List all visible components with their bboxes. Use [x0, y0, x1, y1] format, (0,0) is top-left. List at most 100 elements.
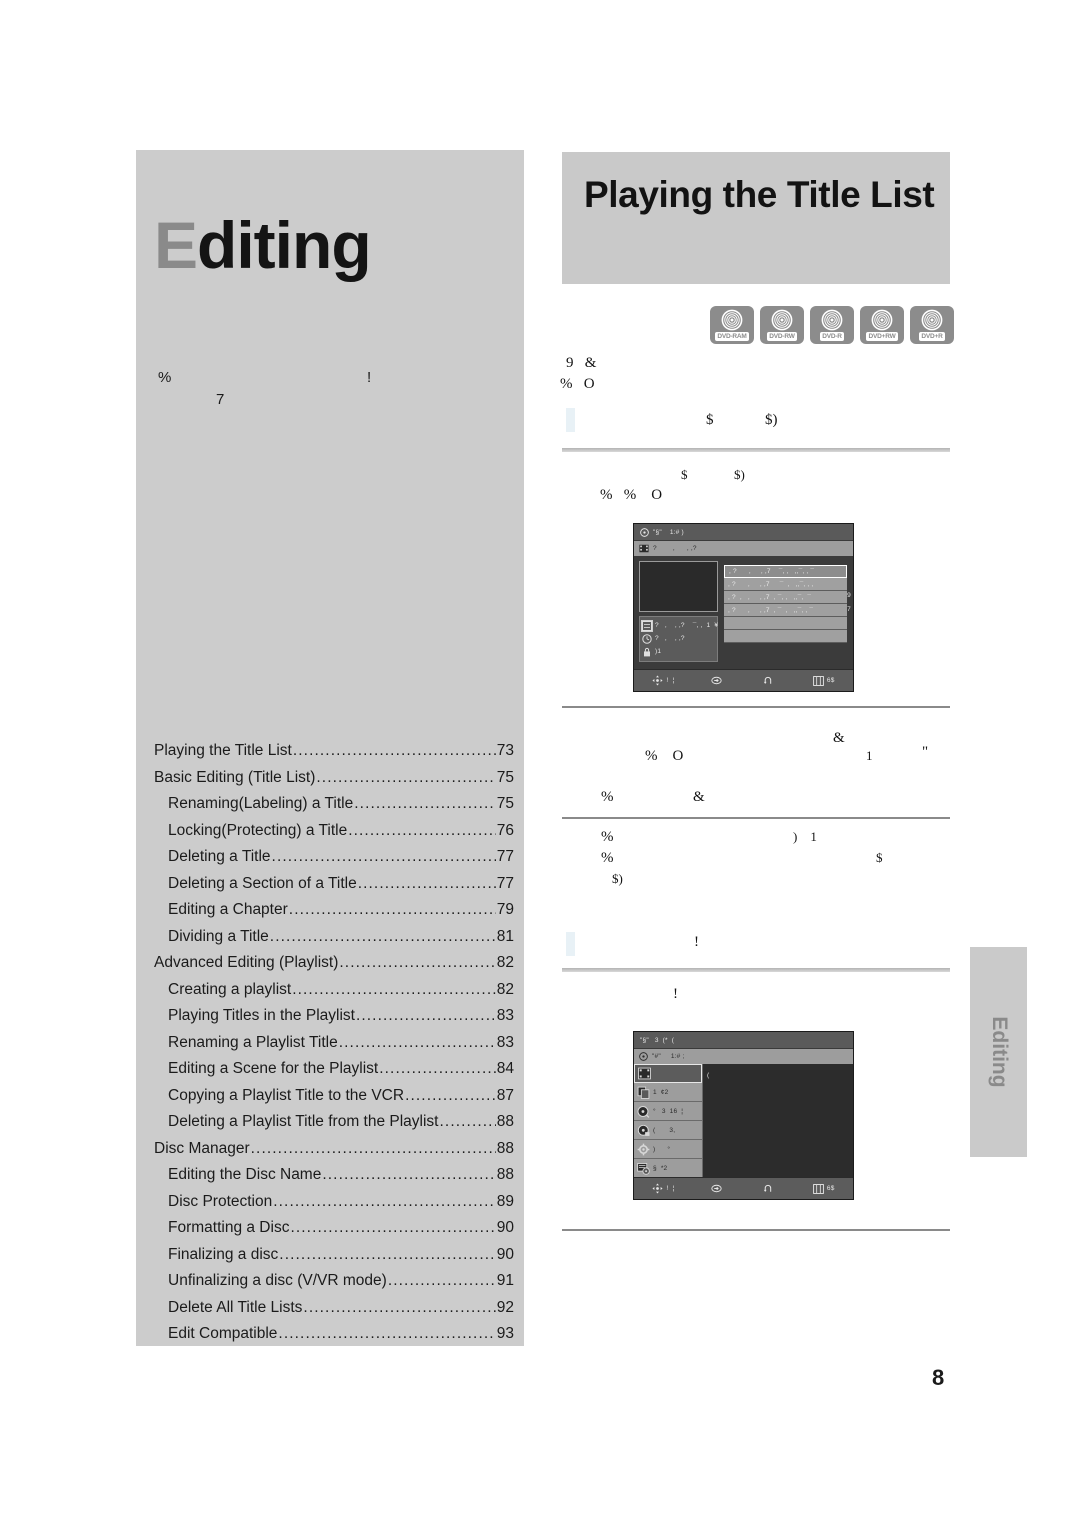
osd2-sub-bar-text: "#" 1:# ; [652, 1053, 685, 1060]
osd1-preview-thumbnail [639, 561, 718, 612]
osd2-menu-item[interactable]: ( 3, [634, 1121, 702, 1140]
toc-entry[interactable]: Delete All Title Lists..................… [150, 1299, 514, 1326]
toc-entry[interactable]: Edit Compatible.........................… [150, 1325, 514, 1352]
osd2-menu-item[interactable]: ) ° [634, 1140, 702, 1159]
toc-entry[interactable]: Deleting a Playlist Title from the Playl… [150, 1113, 514, 1140]
disc-icon [871, 309, 893, 331]
toc-entry-page: 83 [496, 1007, 514, 1024]
body-line-3b: $) [734, 467, 745, 482]
osd-nav-hint[interactable]: 6$ [813, 1183, 835, 1194]
toc-entry[interactable]: Copying a Playlist Title to the VCR.....… [150, 1087, 514, 1114]
body-line-13: % [601, 850, 614, 866]
osd2-menu-item[interactable]: 1 ¢2 [634, 1083, 702, 1102]
osd1-top-bar-text: "§" 1:# ) [653, 528, 684, 536]
osd-nav-hint[interactable] [762, 676, 776, 686]
toc-entry-page: 88 [496, 1113, 514, 1130]
film-strip-icon [638, 1067, 651, 1080]
toc-entry[interactable]: Renaming a Playlist Title...............… [150, 1034, 514, 1061]
toc-leader-dots: ........................................… [354, 795, 496, 812]
toc-entry-page: 88 [496, 1139, 514, 1157]
osd1-title-list-row[interactable]: , ? , , ,7 ¯, , ,,¯, , ¯ [724, 565, 847, 578]
toc-entry-page: 77 [496, 874, 514, 892]
toc-leader-dots: ........................................… [439, 1113, 496, 1130]
toc-entry[interactable]: Playing Titles in the Playlist..........… [150, 1007, 514, 1034]
chapter-side-tab-label: Editing [987, 1016, 1011, 1088]
osd1-title-list-row[interactable] [724, 630, 847, 643]
toc-entry[interactable]: Advanced Editing (Playlist).............… [150, 954, 514, 981]
osd2-menu-item[interactable]: § *2 [634, 1159, 702, 1178]
toc-leader-dots: ........................................… [271, 848, 496, 865]
osd1-info-row: ? , , ,? [642, 632, 715, 645]
osd-nav-hint[interactable]: 6$ [813, 675, 835, 686]
toc-leader-dots: ........................................… [379, 1060, 496, 1077]
toc-entry[interactable]: Formatting a Disc.......................… [150, 1219, 514, 1246]
osd2-content-pane: ( [702, 1064, 853, 1177]
disc-format-badge: DVD-RAM [710, 306, 754, 344]
osd-nav-hint[interactable]: ! ¦ [652, 1183, 674, 1194]
toc-entry[interactable]: Editing the Disc Name...................… [150, 1166, 514, 1193]
toc-entry[interactable]: Dividing a Title........................… [150, 928, 514, 955]
body-line-4: % % O [600, 487, 663, 503]
toc-entry[interactable]: Deleting a Section of a Title...........… [150, 875, 514, 902]
osd2-sub-bar: "#" 1:# ; [634, 1049, 853, 1064]
disc-icon [640, 527, 649, 537]
osd-nav-hint[interactable]: ! ¦ [652, 675, 674, 686]
toc-leader-dots: ........................................… [303, 1298, 495, 1316]
gear-icon [637, 1143, 650, 1155]
osd1-title-list-row-text: , ? , , ,7 , ¯ , ,,¯, , ¯ [728, 606, 814, 614]
manual-page: Editing % ! 7 Playing the Title List....… [0, 0, 1080, 1521]
page-title: Playing the Title List [584, 174, 935, 215]
toc-entry[interactable]: Unfinalizing a disc (V/VR mode).........… [150, 1272, 514, 1299]
disc-format-badge-label: DVD-RW [767, 332, 797, 341]
osd1-title-list-row[interactable] [724, 617, 847, 630]
osd-nav-hint[interactable] [711, 676, 725, 685]
osd2-menu-item[interactable]: ° 3 16 ¦ [634, 1102, 702, 1121]
toc-entry-label: Unfinalizing a disc (V/VR mode) [168, 1272, 387, 1289]
osd1-title-list-row[interactable]: , ? , , , ,7 , ¯, , ,,¯, ¯ [724, 591, 847, 604]
osd2-menu-item[interactable] [634, 1064, 702, 1083]
disc-protect-icon [637, 1124, 650, 1136]
osd-nav-hint[interactable] [762, 1184, 776, 1194]
toc-entry-page: 90 [496, 1245, 514, 1263]
osd1-title-list-row-text: , ? , , , ,7 , ¯, , ,,¯, ¯ [728, 593, 812, 601]
osd1-side-mark-b: 7 [847, 606, 851, 613]
osd-disc-manager-screenshot: "§" 3 (* ( "#" 1:# ; 1 ¢2 ° 3 16 ¦ ( 3,) °… [633, 1031, 854, 1200]
toc-entry-label: Formatting a Disc [168, 1219, 290, 1236]
toc-entry-label: Finalizing a disc [168, 1245, 279, 1263]
toc-entry-label: Editing the Disc Name [168, 1166, 322, 1183]
toc-leader-dots: ........................................… [387, 1272, 496, 1289]
osd1-info-row: ? , , ,? ¯, , 1 ¥ [641, 619, 719, 632]
disc-format-badge: DVD-R [810, 306, 854, 344]
toc-entry[interactable]: Basic Editing (Title List)..............… [150, 769, 514, 796]
osd-nav-hint[interactable] [711, 1184, 725, 1193]
body-line-6: % O [645, 748, 684, 764]
osd1-sub-bar-text: ? , , ,? [653, 545, 697, 552]
toc-entry-label: Dividing a Title [168, 927, 269, 945]
toc-entry[interactable]: Disc Protection.........................… [150, 1193, 514, 1220]
return-arrow-icon [763, 676, 772, 684]
toc-entry[interactable]: Renaming(Labeling) a Title..............… [150, 795, 514, 822]
disc-icon [821, 309, 843, 331]
toc-leader-dots: ........................................… [290, 1219, 496, 1236]
toc-leader-dots: ........................................… [292, 980, 496, 998]
toc-entry-page: 89 [496, 1192, 514, 1210]
toc-entry[interactable]: Editing a Chapter.......................… [150, 901, 514, 928]
toc-entry[interactable]: Finalizing a disc.......................… [150, 1246, 514, 1273]
divider-2 [562, 706, 950, 708]
osd1-title-list-row[interactable]: , ? , , ,7 ¯ , ,,¯, , , [724, 578, 847, 591]
toc-entry[interactable]: Playing the Title List..................… [150, 742, 514, 769]
toc-entry[interactable]: Disc Manager............................… [150, 1140, 514, 1167]
osd1-info-row-text: ? , , ,? ¯, , 1 ¥ [655, 622, 719, 629]
toc-entry[interactable]: Editing a Scene for the Playlist........… [150, 1060, 514, 1087]
toc-leader-dots: ........................................… [355, 1007, 496, 1024]
toc-entry[interactable]: Deleting a Title........................… [150, 848, 514, 875]
toc-leader-dots: ........................................… [273, 1192, 496, 1210]
toc-leader-dots: ........................................… [278, 1325, 495, 1342]
toc-entry-page: 82 [496, 954, 514, 971]
body-line-8: " [922, 744, 929, 760]
disc-icon [721, 309, 743, 331]
toc-entry-page: 84 [496, 1060, 514, 1077]
toc-entry[interactable]: Creating a playlist.....................… [150, 981, 514, 1008]
toc-entry[interactable]: Locking(Protecting) a Title.............… [150, 822, 514, 849]
osd1-title-list-row[interactable]: , ? , , ,7 , ¯ , ,,¯, , ¯ [724, 604, 847, 617]
